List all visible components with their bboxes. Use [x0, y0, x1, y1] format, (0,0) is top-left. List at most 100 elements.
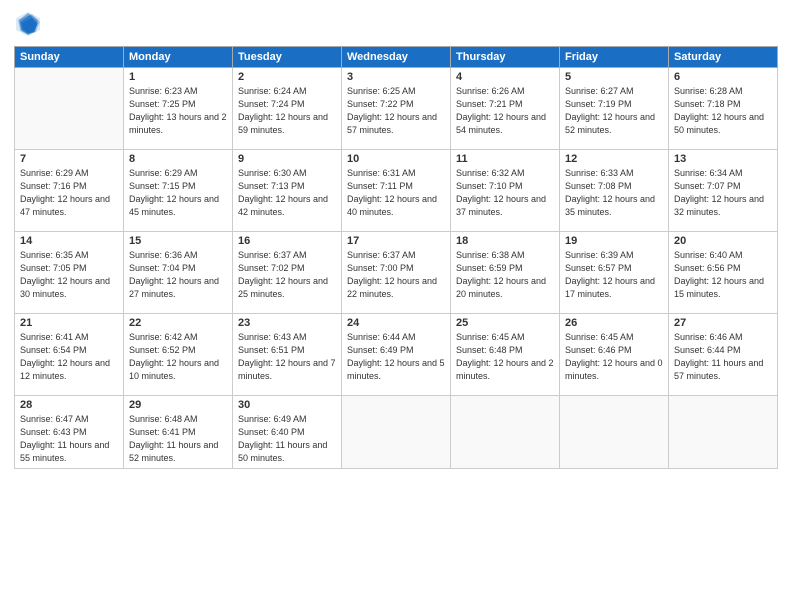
day-info: Sunrise: 6:44 AM Sunset: 6:49 PM Dayligh…	[347, 331, 445, 383]
day-info: Sunrise: 6:46 AM Sunset: 6:44 PM Dayligh…	[674, 331, 772, 383]
calendar-cell: 4Sunrise: 6:26 AM Sunset: 7:21 PM Daylig…	[451, 68, 560, 150]
weekday-header-row: SundayMondayTuesdayWednesdayThursdayFrid…	[15, 47, 778, 68]
day-info: Sunrise: 6:27 AM Sunset: 7:19 PM Dayligh…	[565, 85, 663, 137]
header	[14, 10, 778, 38]
day-number: 18	[456, 235, 554, 247]
calendar: SundayMondayTuesdayWednesdayThursdayFrid…	[14, 46, 778, 469]
calendar-cell: 2 Sunrise: 6:24 AM Sunset: 7:24 PM Daylig…	[233, 68, 342, 150]
calendar-cell: 11 Sunrise: 6:32 AM Sunset: 7:10 PM Dayli…	[451, 150, 560, 232]
day-info: Sunrise: 6:29 AM Sunset: 7:15 PM Dayligh…	[129, 167, 227, 219]
day-number: 7	[20, 153, 118, 165]
calendar-cell: 29Sunrise: 6:48 AM Sunset: 6:41 PM Dayli…	[124, 396, 233, 469]
day-number: 15	[129, 235, 227, 247]
calendar-cell: 24 Sunrise: 6:44 AM Sunset: 6:49 PM Dayli…	[342, 314, 451, 396]
logo-icon	[14, 10, 42, 38]
calendar-cell: 13Sunrise: 6:34 AM Sunset: 7:07 PM Dayli…	[669, 150, 778, 232]
day-number: 20	[674, 235, 772, 247]
day-info: Sunrise: 6:45 AM Sunset: 6:46 PM Dayligh…	[565, 331, 663, 383]
day-number: 24	[347, 317, 445, 329]
day-number: 28	[20, 399, 118, 411]
calendar-cell: 6 Sunrise: 6:28 AM Sunset: 7:18 PM Daylig…	[669, 68, 778, 150]
day-number: 5	[565, 71, 663, 83]
day-number: 25	[456, 317, 554, 329]
week-row-4: 28 Sunrise: 6:47 AM Sunset: 6:43 PM Dayli…	[15, 396, 778, 469]
day-number: 12	[565, 153, 663, 165]
day-number: 26	[565, 317, 663, 329]
week-row-2: 14 Sunrise: 6:35 AM Sunset: 7:05 PM Dayli…	[15, 232, 778, 314]
day-info: Sunrise: 6:28 AM Sunset: 7:18 PM Dayligh…	[674, 85, 772, 137]
day-number: 19	[565, 235, 663, 247]
day-info: Sunrise: 6:40 AM Sunset: 6:56 PM Dayligh…	[674, 249, 772, 301]
week-row-0: 1Sunrise: 6:23 AM Sunset: 7:25 PM Daylig…	[15, 68, 778, 150]
day-info: Sunrise: 6:43 AM Sunset: 6:51 PM Dayligh…	[238, 331, 336, 383]
day-info: Sunrise: 6:49 AM Sunset: 6:40 PM Dayligh…	[238, 413, 336, 465]
weekday-header-friday: Friday	[560, 47, 669, 68]
weekday-header-sunday: Sunday	[15, 47, 124, 68]
day-number: 2	[238, 71, 336, 83]
calendar-cell: 25 Sunrise: 6:45 AM Sunset: 6:48 PM Dayli…	[451, 314, 560, 396]
day-info: Sunrise: 6:35 AM Sunset: 7:05 PM Dayligh…	[20, 249, 118, 301]
day-info: Sunrise: 6:41 AM Sunset: 6:54 PM Dayligh…	[20, 331, 118, 383]
calendar-cell	[451, 396, 560, 469]
calendar-cell: 22Sunrise: 6:42 AM Sunset: 6:52 PM Dayli…	[124, 314, 233, 396]
day-number: 22	[129, 317, 227, 329]
day-number: 17	[347, 235, 445, 247]
day-number: 8	[129, 153, 227, 165]
day-number: 9	[238, 153, 336, 165]
day-number: 1	[129, 71, 227, 83]
calendar-cell: 5 Sunrise: 6:27 AM Sunset: 7:19 PM Daylig…	[560, 68, 669, 150]
day-info: Sunrise: 6:30 AM Sunset: 7:13 PM Dayligh…	[238, 167, 336, 219]
calendar-cell: 12 Sunrise: 6:33 AM Sunset: 7:08 PM Dayli…	[560, 150, 669, 232]
day-info: Sunrise: 6:45 AM Sunset: 6:48 PM Dayligh…	[456, 331, 554, 383]
calendar-cell: 21 Sunrise: 6:41 AM Sunset: 6:54 PM Dayli…	[15, 314, 124, 396]
calendar-cell: 8 Sunrise: 6:29 AM Sunset: 7:15 PM Daylig…	[124, 150, 233, 232]
day-info: Sunrise: 6:25 AM Sunset: 7:22 PM Dayligh…	[347, 85, 445, 137]
weekday-header-tuesday: Tuesday	[233, 47, 342, 68]
day-info: Sunrise: 6:32 AM Sunset: 7:10 PM Dayligh…	[456, 167, 554, 219]
weekday-header-wednesday: Wednesday	[342, 47, 451, 68]
calendar-cell	[669, 396, 778, 469]
day-number: 23	[238, 317, 336, 329]
calendar-cell: 3 Sunrise: 6:25 AM Sunset: 7:22 PM Daylig…	[342, 68, 451, 150]
weekday-header-thursday: Thursday	[451, 47, 560, 68]
weekday-header-saturday: Saturday	[669, 47, 778, 68]
calendar-cell: 27 Sunrise: 6:46 AM Sunset: 6:44 PM Dayli…	[669, 314, 778, 396]
calendar-cell: 20 Sunrise: 6:40 AM Sunset: 6:56 PM Dayli…	[669, 232, 778, 314]
calendar-cell: 10Sunrise: 6:31 AM Sunset: 7:11 PM Dayli…	[342, 150, 451, 232]
calendar-cell: 7Sunrise: 6:29 AM Sunset: 7:16 PM Daylig…	[15, 150, 124, 232]
week-row-3: 21 Sunrise: 6:41 AM Sunset: 6:54 PM Dayli…	[15, 314, 778, 396]
day-number: 29	[129, 399, 227, 411]
day-info: Sunrise: 6:36 AM Sunset: 7:04 PM Dayligh…	[129, 249, 227, 301]
calendar-cell	[342, 396, 451, 469]
day-info: Sunrise: 6:47 AM Sunset: 6:43 PM Dayligh…	[20, 413, 118, 465]
calendar-cell: 26 Sunrise: 6:45 AM Sunset: 6:46 PM Dayli…	[560, 314, 669, 396]
calendar-cell	[15, 68, 124, 150]
day-info: Sunrise: 6:37 AM Sunset: 7:00 PM Dayligh…	[347, 249, 445, 301]
day-number: 14	[20, 235, 118, 247]
day-info: Sunrise: 6:31 AM Sunset: 7:11 PM Dayligh…	[347, 167, 445, 219]
day-number: 21	[20, 317, 118, 329]
day-info: Sunrise: 6:26 AM Sunset: 7:21 PM Dayligh…	[456, 85, 554, 137]
day-number: 3	[347, 71, 445, 83]
calendar-cell: 19Sunrise: 6:39 AM Sunset: 6:57 PM Dayli…	[560, 232, 669, 314]
calendar-cell: 9 Sunrise: 6:30 AM Sunset: 7:13 PM Daylig…	[233, 150, 342, 232]
day-number: 11	[456, 153, 554, 165]
day-info: Sunrise: 6:38 AM Sunset: 6:59 PM Dayligh…	[456, 249, 554, 301]
calendar-cell: 15 Sunrise: 6:36 AM Sunset: 7:04 PM Dayli…	[124, 232, 233, 314]
calendar-cell: 30 Sunrise: 6:49 AM Sunset: 6:40 PM Dayli…	[233, 396, 342, 469]
day-number: 30	[238, 399, 336, 411]
calendar-cell: 28 Sunrise: 6:47 AM Sunset: 6:43 PM Dayli…	[15, 396, 124, 469]
day-number: 16	[238, 235, 336, 247]
day-number: 6	[674, 71, 772, 83]
calendar-cell: 23 Sunrise: 6:43 AM Sunset: 6:51 PM Dayli…	[233, 314, 342, 396]
calendar-cell	[560, 396, 669, 469]
week-row-1: 7Sunrise: 6:29 AM Sunset: 7:16 PM Daylig…	[15, 150, 778, 232]
day-number: 27	[674, 317, 772, 329]
calendar-cell: 16 Sunrise: 6:37 AM Sunset: 7:02 PM Dayli…	[233, 232, 342, 314]
day-info: Sunrise: 6:37 AM Sunset: 7:02 PM Dayligh…	[238, 249, 336, 301]
logo	[14, 10, 44, 38]
day-info: Sunrise: 6:34 AM Sunset: 7:07 PM Dayligh…	[674, 167, 772, 219]
calendar-cell: 18 Sunrise: 6:38 AM Sunset: 6:59 PM Dayli…	[451, 232, 560, 314]
day-info: Sunrise: 6:33 AM Sunset: 7:08 PM Dayligh…	[565, 167, 663, 219]
day-info: Sunrise: 6:24 AM Sunset: 7:24 PM Dayligh…	[238, 85, 336, 137]
